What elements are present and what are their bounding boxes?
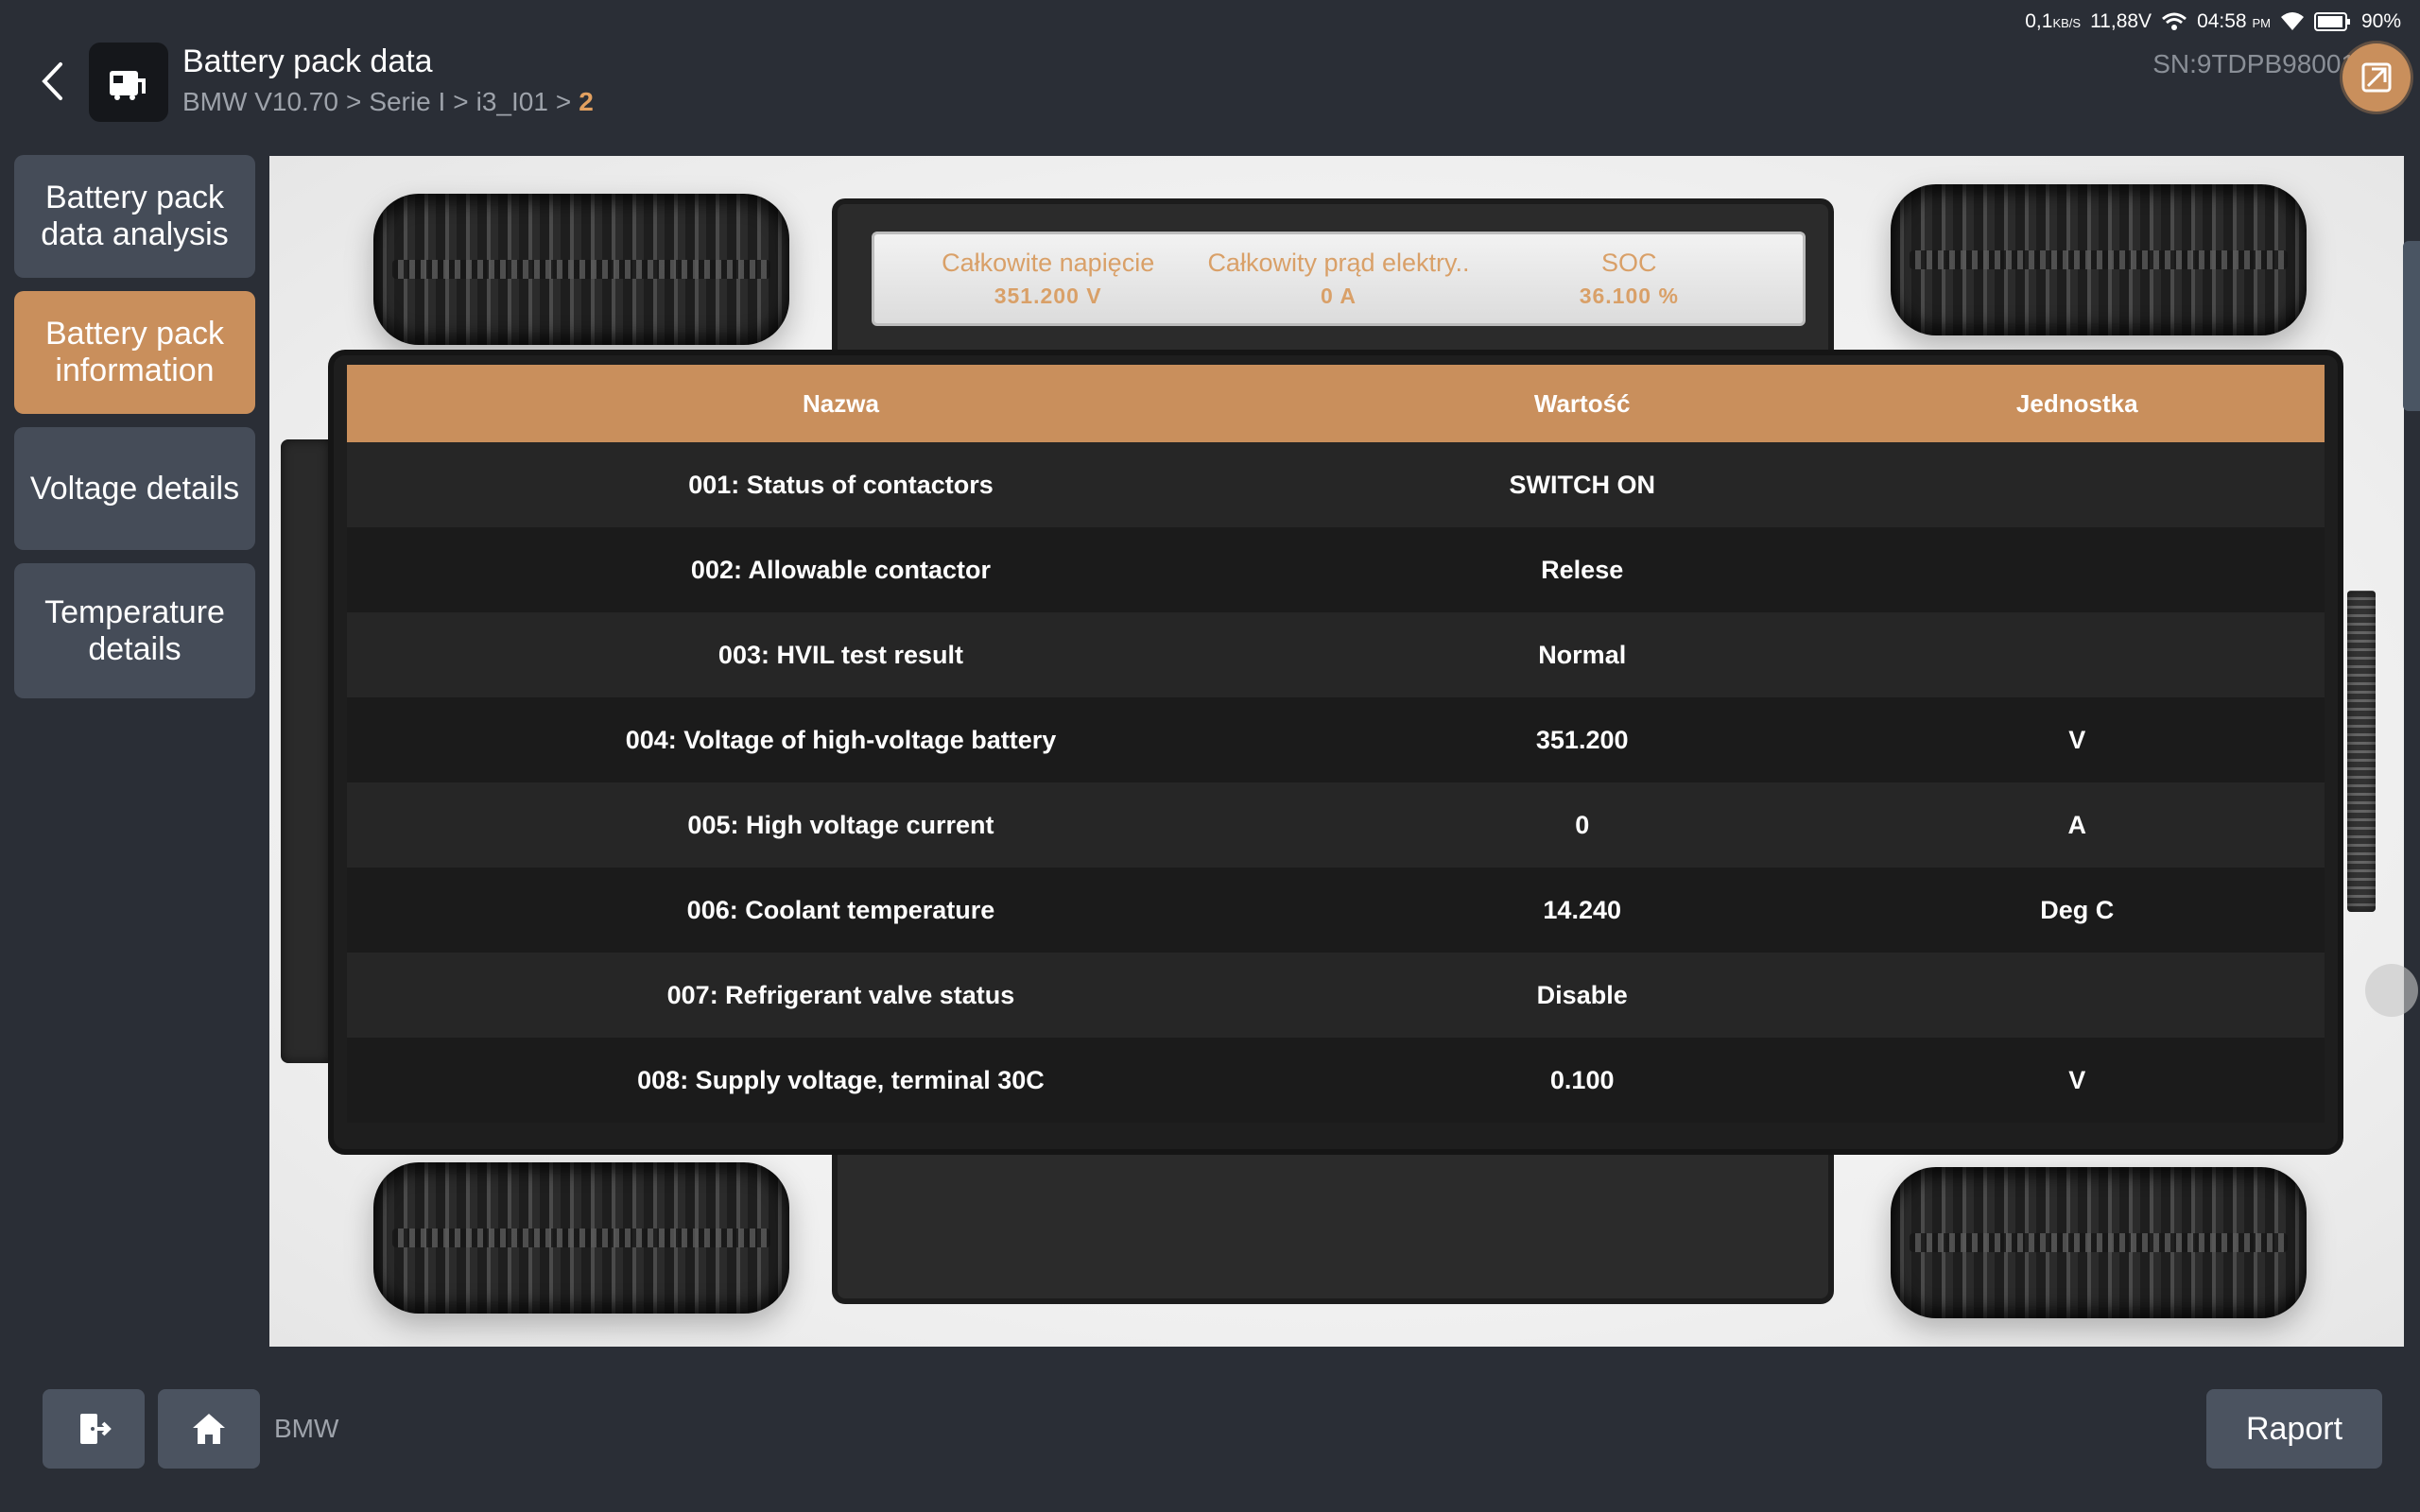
table-row[interactable]: 006: Coolant temperature 14.240 Deg C	[347, 868, 2325, 953]
summary-total-voltage: Całkowite napięcie 351.200 V	[907, 249, 1190, 309]
table-row[interactable]: 003: HVIL test result Normal	[347, 612, 2325, 697]
cell-value: SWITCH ON	[1334, 442, 1830, 527]
exit-button[interactable]	[43, 1389, 145, 1469]
screenshot-button[interactable]	[2342, 43, 2411, 112]
sidebar-item-data-analysis[interactable]: Battery pack data analysis	[14, 155, 255, 278]
cell-unit: A	[1829, 782, 2325, 868]
summary-label: SOC	[1601, 249, 1657, 277]
breadcrumb-current: 2	[579, 87, 594, 116]
cell-name: 002: Allowable contactor	[347, 527, 1335, 612]
summary-value: 0 A	[1321, 284, 1357, 308]
cell-name: 006: Coolant temperature	[347, 868, 1335, 953]
header: Battery pack data BMW V10.70 > Serie I >…	[0, 0, 2420, 151]
summary-total-current: Całkowity prąd elektry.. 0 A	[1197, 249, 1480, 309]
breadcrumb-item[interactable]: Serie I	[369, 87, 445, 117]
cell-unit: V	[1829, 697, 2325, 782]
table-row[interactable]: 005: High voltage current 0 A	[347, 782, 2325, 868]
table-row[interactable]: 002: Allowable contactor Relese	[347, 527, 2325, 612]
table-row[interactable]: 004: Voltage of high-voltage battery 351…	[347, 697, 2325, 782]
chevron-left-icon	[42, 62, 62, 100]
breadcrumb-separator: >	[345, 87, 362, 116]
cell-unit	[1829, 527, 2325, 612]
column-header-name: Nazwa	[347, 365, 1335, 442]
summary-value: 36.100 %	[1579, 284, 1679, 308]
column-header-unit: Jednostka	[1829, 365, 2325, 442]
exit-door-icon	[80, 1414, 112, 1444]
data-table-frame: Nazwa Wartość Jednostka 001: Status of c…	[328, 350, 2343, 1155]
chassis-rail	[281, 439, 330, 1063]
breadcrumb-separator: >	[555, 87, 572, 116]
summary-soc: SOC 36.100 %	[1487, 249, 1771, 309]
cell-name: 008: Supply voltage, terminal 30C	[347, 1038, 1335, 1123]
cell-value: Normal	[1334, 612, 1830, 697]
home-icon	[193, 1414, 225, 1444]
sidebar: Battery pack data analysis Battery pack …	[14, 155, 255, 698]
chassis-bottom	[832, 1139, 1834, 1304]
cell-name: 004: Voltage of high-voltage battery	[347, 697, 1335, 782]
cell-name: 003: HVIL test result	[347, 612, 1335, 697]
back-button[interactable]	[30, 53, 74, 110]
rear-right-tire	[1891, 1167, 2307, 1318]
table-header-row: Nazwa Wartość Jednostka	[347, 365, 2325, 442]
summary-value: 351.200 V	[994, 284, 1102, 308]
summary-label: Całkowity prąd elektry..	[1207, 249, 1470, 277]
cell-unit: V	[1829, 1038, 2325, 1123]
vehicle-brand-label: BMW	[274, 1414, 339, 1443]
sidebar-item-information[interactable]: Battery pack information	[14, 291, 255, 414]
data-table: Nazwa Wartość Jednostka 001: Status of c…	[347, 365, 2325, 1123]
quick-access-tab[interactable]	[2403, 241, 2420, 411]
rear-left-tire	[373, 1162, 789, 1314]
chassis-rail	[2347, 591, 2376, 912]
cell-name: 001: Status of contactors	[347, 442, 1335, 527]
battery-summary: Całkowite napięcie 351.200 V Całkowity p…	[872, 232, 1806, 326]
table-row[interactable]: 001: Status of contactors SWITCH ON	[347, 442, 2325, 527]
cell-value: Disable	[1334, 953, 1830, 1038]
breadcrumb-item[interactable]: i3_I01	[476, 87, 548, 117]
cell-value: 351.200	[1334, 697, 1830, 782]
cell-unit	[1829, 442, 2325, 527]
summary-label: Całkowite napięcie	[942, 249, 1155, 277]
home-button[interactable]	[158, 1389, 260, 1469]
table-row[interactable]: 007: Refrigerant valve status Disable	[347, 953, 2325, 1038]
front-left-tire	[373, 194, 789, 345]
cell-unit: Deg C	[1829, 868, 2325, 953]
column-header-value: Wartość	[1334, 365, 1830, 442]
floating-assistant-button[interactable]	[2365, 964, 2418, 1017]
cell-name: 005: High voltage current	[347, 782, 1335, 868]
cell-value: 0	[1334, 782, 1830, 868]
serial-number: SN:9TDPB98001	[2152, 49, 2356, 78]
cell-name: 007: Refrigerant valve status	[347, 953, 1335, 1038]
breadcrumb-separator: >	[453, 87, 469, 116]
page-title: Battery pack data	[182, 43, 433, 79]
cell-value: 14.240	[1334, 868, 1830, 953]
table-row[interactable]: 008: Supply voltage, terminal 30C 0.100 …	[347, 1038, 2325, 1123]
sidebar-item-temperature-details[interactable]: Temperature details	[14, 563, 255, 698]
breadcrumb-item[interactable]: BMW V10.70	[182, 87, 338, 117]
report-button[interactable]: Raport	[2206, 1389, 2382, 1469]
cell-unit	[1829, 953, 2325, 1038]
ev-battery-app-icon	[89, 43, 168, 122]
screenshot-icon	[2361, 62, 2392, 93]
vehicle-diagram-panel: Całkowite napięcie 351.200 V Całkowity p…	[269, 156, 2404, 1347]
front-right-tire	[1891, 184, 2307, 335]
cell-unit	[1829, 612, 2325, 697]
cell-value: 0.100	[1334, 1038, 1830, 1123]
breadcrumb: BMW V10.70 > Serie I > i3_I01 > 2	[182, 87, 594, 117]
cell-value: Relese	[1334, 527, 1830, 612]
sidebar-item-voltage-details[interactable]: Voltage details	[14, 427, 255, 550]
